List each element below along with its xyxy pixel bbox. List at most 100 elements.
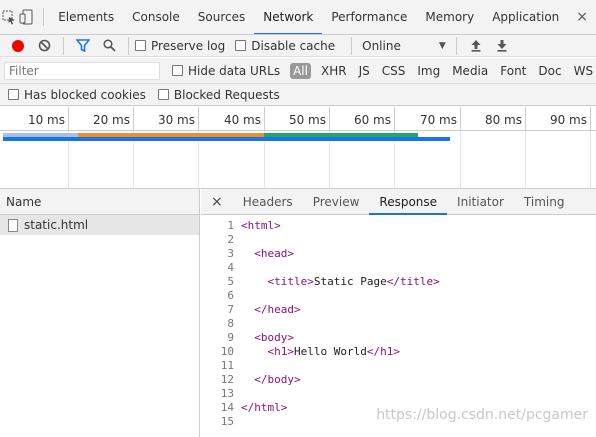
separator — [42, 8, 44, 26]
watermark: https://blog.csdn.net/pcgamer — [376, 407, 588, 423]
checkbox-box[interactable] — [157, 89, 169, 100]
device-toolbar-icon[interactable] — [18, 0, 36, 34]
hide-data-urls-checkbox[interactable]: Hide data URLs — [172, 64, 280, 78]
tab-memory[interactable]: Memory — [416, 0, 483, 34]
throttling-value: Online — [362, 38, 401, 53]
filter-type-xhr[interactable]: XHR — [315, 64, 353, 78]
code-tag: <head> — [254, 247, 294, 260]
line-number: 9 — [227, 331, 234, 344]
filter-type-img[interactable]: Img — [411, 64, 446, 78]
ruler-tick — [329, 107, 330, 131]
code-tag: <h1> — [267, 345, 295, 358]
request-row[interactable]: static.html — [0, 215, 199, 235]
close-details-button[interactable]: × — [201, 194, 233, 210]
code-tag: <body> — [254, 331, 294, 344]
tab-performance[interactable]: Performance — [322, 0, 416, 34]
import-har-icon[interactable] — [463, 39, 489, 52]
code-line: 13 — [201, 387, 596, 401]
code-tag: </html> — [241, 401, 288, 414]
preserve-log-label: Preserve log — [151, 38, 226, 53]
timeline-bar-total — [3, 137, 450, 141]
filter-type-media[interactable]: Media — [446, 64, 494, 78]
tab-application[interactable]: Application — [483, 0, 568, 34]
hide-data-urls-label: Hide data URLs — [188, 63, 281, 78]
preserve-log-checkbox[interactable]: Preserve log — [135, 39, 225, 53]
code-line: 5 <title> Static Page </title> — [201, 275, 596, 289]
line-number: 12 — [220, 373, 234, 386]
filter-input[interactable] — [4, 61, 160, 80]
time-ruler: 10 ms 20 ms 30 ms 40 ms 50 ms 60 ms 70 ms 80 ms… — [0, 107, 596, 131]
filter-type-all[interactable]: All — [290, 62, 311, 79]
network-overview[interactable]: 10 ms 20 ms 30 ms 40 ms 50 ms 60 ms 70 ms 80 ms… — [0, 107, 596, 189]
network-toolbar: Preserve log Disable cache Online ▼ — [0, 35, 596, 57]
tick-label: 60 ms — [353, 113, 391, 127]
line-number: 14 — [220, 401, 234, 414]
filter-type-font[interactable]: Font — [494, 64, 532, 78]
filter-type-ws[interactable]: WS — [568, 64, 596, 78]
checkbox-box[interactable] — [235, 40, 247, 51]
tab-response[interactable]: Response — [369, 189, 448, 215]
code-tag: </body> — [254, 373, 301, 386]
code-line: 2 — [201, 233, 596, 247]
disable-cache-label: Disable cache — [251, 38, 336, 53]
separator — [351, 36, 353, 55]
name-column-header[interactable]: Name — [0, 189, 199, 215]
line-number: 5 — [227, 275, 234, 288]
checkbox-box[interactable] — [8, 89, 19, 100]
ruler-tick — [198, 107, 199, 131]
line-number: 2 — [227, 233, 234, 246]
ruler-tick — [394, 107, 395, 131]
blocked-cookies-checkbox[interactable]: Has blocked cookies — [8, 88, 146, 102]
tick-label: 70 ms — [419, 113, 457, 127]
inspect-element-icon[interactable] — [0, 0, 18, 34]
line-number: 10 — [220, 345, 234, 358]
blocked-requests-checkbox[interactable]: Blocked Requests — [157, 87, 280, 102]
close-devtools-button[interactable]: × — [568, 9, 596, 25]
tick-label: 90 ms — [549, 113, 587, 127]
tab-console[interactable]: Console — [123, 0, 189, 34]
export-har-icon[interactable] — [489, 39, 515, 52]
code-line: 10 <h1> Hello World </h1> — [201, 345, 596, 359]
tick-label: 30 ms — [157, 113, 195, 127]
tick-label: 10 ms — [27, 113, 65, 127]
main-tabs: Elements Console Sources Network Performance… — [49, 0, 568, 34]
code-line: 4 — [201, 261, 596, 275]
ruler-tick — [460, 107, 461, 131]
record-icon[interactable] — [12, 39, 24, 52]
tab-elements[interactable]: Elements — [49, 0, 123, 34]
disable-cache-checkbox[interactable]: Disable cache — [235, 39, 335, 53]
tab-network[interactable]: Network — [254, 0, 323, 34]
filter-icon[interactable] — [70, 39, 96, 52]
line-number: 15 — [220, 415, 234, 428]
filter-type-js[interactable]: JS — [353, 64, 376, 78]
code-line: 9 <body> — [201, 331, 596, 345]
filter-type-css[interactable]: CSS — [376, 64, 412, 78]
throttling-select[interactable]: Online ▼ — [362, 39, 446, 53]
devtools-tab-bar: Elements Console Sources Network Performance… — [0, 0, 596, 35]
code-line: 11 — [201, 359, 596, 373]
grid-line — [460, 131, 461, 188]
response-body[interactable]: 1 <html> 2 3 <head> 4 5 <title> Static Page </t… — [201, 219, 596, 429]
filter-type-doc[interactable]: Doc — [532, 64, 567, 78]
tick-label: 50 ms — [288, 113, 326, 127]
blocked-requests-label: Blocked Requests — [173, 87, 280, 102]
tab-timing[interactable]: Timing — [514, 189, 575, 215]
checkbox-box[interactable] — [172, 65, 183, 76]
tab-preview[interactable]: Preview — [303, 189, 370, 215]
line-number: 7 — [227, 303, 234, 316]
checkbox-box[interactable] — [135, 40, 146, 51]
tab-initiator[interactable]: Initiator — [447, 189, 514, 215]
code-line: 1 <html> — [201, 219, 596, 233]
code-tag: </head> — [254, 303, 301, 316]
search-icon[interactable] — [96, 39, 122, 52]
tab-sources[interactable]: Sources — [189, 0, 254, 34]
code-line: 6 — [201, 289, 596, 303]
tab-headers[interactable]: Headers — [233, 189, 303, 215]
clear-icon[interactable] — [31, 39, 57, 52]
request-details: × Headers Preview Response Initiator Timing … — [201, 189, 596, 437]
line-number: 11 — [220, 359, 234, 372]
code-line: 7 </head> — [201, 303, 596, 317]
